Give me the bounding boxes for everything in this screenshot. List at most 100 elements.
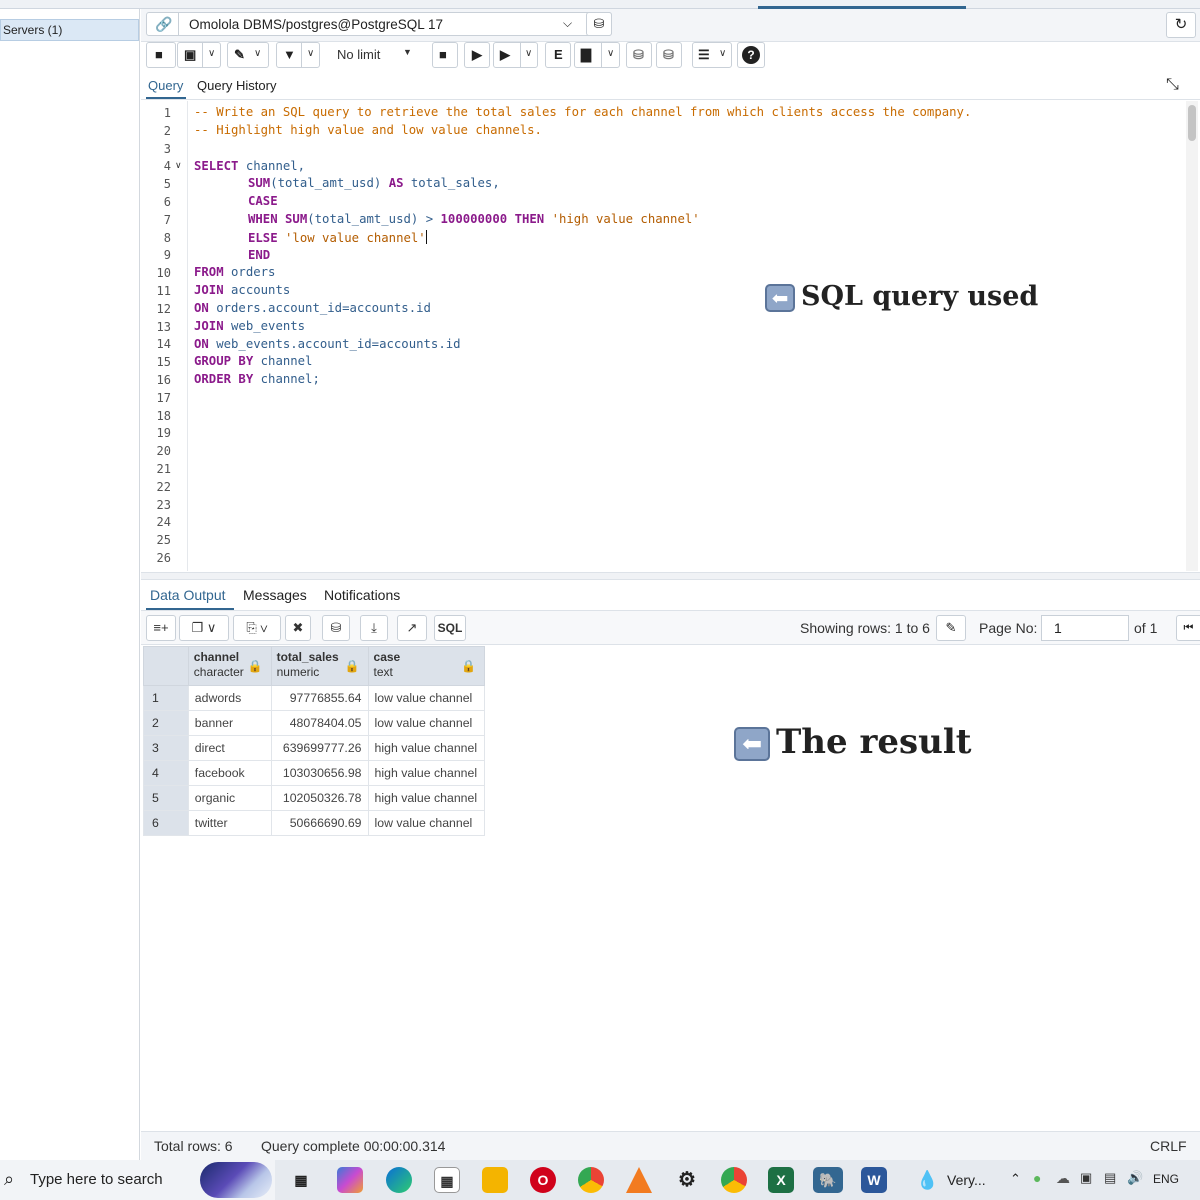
device-icon[interactable]: ▣ xyxy=(1080,1170,1092,1186)
database-icon[interactable]: ⛁ xyxy=(586,12,612,36)
network-icon[interactable]: ▤ xyxy=(1104,1170,1116,1186)
taskbar-search[interactable]: ⌕ Type here to search xyxy=(0,1160,275,1200)
table-row[interactable]: 3 direct 639699777.26 high value channel xyxy=(143,735,486,761)
table-row[interactable]: 4 facebook 103030656.98 high value channel xyxy=(143,760,486,786)
macros-button[interactable]: ☰ ∨ xyxy=(692,42,732,68)
excel-icon[interactable]: X xyxy=(768,1167,794,1193)
tab-query[interactable]: Query xyxy=(148,78,183,93)
cell-case[interactable]: high value channel xyxy=(367,760,486,786)
cell-case[interactable]: high value channel xyxy=(367,785,486,811)
table-row[interactable]: 2 banner 48078404.05 low value channel xyxy=(143,710,486,736)
store-icon[interactable]: ▦ xyxy=(434,1167,460,1193)
save-button[interactable]: ▣ ∨ xyxy=(177,42,221,68)
tray-app-icon[interactable]: ● xyxy=(1033,1170,1041,1186)
connection-select[interactable]: 🔗 Omolola DBMS/postgres@PostgreSQL 17 ⌵ xyxy=(146,12,612,36)
explain-button[interactable]: E xyxy=(545,42,571,68)
table-row[interactable]: 5 organic 102050326.78 high value channel xyxy=(143,785,486,811)
row-number[interactable]: 3 xyxy=(143,735,189,761)
opera-icon[interactable]: O xyxy=(530,1167,556,1193)
row-number[interactable]: 5 xyxy=(143,785,189,811)
sql-button[interactable]: SQL xyxy=(434,615,466,641)
vlc-icon[interactable] xyxy=(626,1167,652,1193)
filter-button[interactable]: ▼ ∨ xyxy=(276,42,320,68)
cloud-icon[interactable]: ☁ xyxy=(1056,1170,1070,1187)
panel-splitter[interactable] xyxy=(141,572,1200,580)
graph-button[interactable]: ↗ xyxy=(397,615,427,641)
cell-channel[interactable]: banner xyxy=(187,710,272,736)
cell-case[interactable]: low value channel xyxy=(367,710,486,736)
cell-total-sales[interactable]: 102050326.78 xyxy=(270,785,369,811)
cell-channel[interactable]: twitter xyxy=(187,810,272,836)
explain-analyze-button[interactable]: ▇ ∨ xyxy=(574,42,620,68)
execute-options-button[interactable]: ▶ ∨ xyxy=(493,42,538,68)
tab-notifications[interactable]: Notifications xyxy=(324,587,400,603)
chrome-profile-icon[interactable] xyxy=(721,1167,747,1193)
row-number[interactable]: 4 xyxy=(143,760,189,786)
word-icon[interactable]: W xyxy=(861,1167,887,1193)
volume-icon[interactable]: 🔊 xyxy=(1127,1170,1143,1186)
add-row-button[interactable]: ≡+ xyxy=(146,615,176,641)
task-view-icon[interactable]: ▦ xyxy=(288,1167,314,1193)
tab-query-history[interactable]: Query History xyxy=(197,78,276,93)
page-number-input[interactable]: 1 xyxy=(1041,615,1129,641)
stop-button[interactable]: ■ xyxy=(432,42,458,68)
row-number-header[interactable] xyxy=(143,646,189,686)
copilot-icon[interactable] xyxy=(337,1167,363,1193)
cell-total-sales[interactable]: 50666690.69 xyxy=(270,810,369,836)
cell-case[interactable]: high value channel xyxy=(367,735,486,761)
settings-icon[interactable]: ⚙ xyxy=(674,1167,700,1193)
chevron-up-icon[interactable]: ⌃ xyxy=(1010,1171,1021,1187)
cell-case[interactable]: low value channel xyxy=(367,810,486,836)
cell-total-sales[interactable]: 97776855.64 xyxy=(270,685,369,711)
cell-total-sales[interactable]: 103030656.98 xyxy=(270,760,369,786)
pgadmin-icon[interactable]: 🐘 xyxy=(813,1167,843,1193)
edit-rows-button[interactable]: ✎ xyxy=(936,615,966,641)
collapse-icon[interactable]: ⤡ xyxy=(1166,76,1179,94)
code-area[interactable]: -- Write an SQL query to retrieve the to… xyxy=(194,101,1184,571)
sql-editor[interactable]: 1 2 3 4 5 6 7 8 9 10 11 12 13 14 15 16 17 18 19 20 21 22 23 24 2… xyxy=(141,101,1200,571)
tab-data-output[interactable]: Data Output xyxy=(150,587,226,603)
cell-channel[interactable]: adwords xyxy=(187,685,272,711)
output-toolbar: ≡+ ❐ ∨ ⎘ ∨ ✖ ⛁ ⤓ ↗ SQL Showing rows: 1 t… xyxy=(141,611,1200,645)
refresh-icon[interactable]: ↻ xyxy=(1166,12,1196,38)
servers-node[interactable]: Servers (1) xyxy=(0,19,139,41)
tab-messages[interactable]: Messages xyxy=(243,587,307,603)
copy-button[interactable]: ❐ ∨ xyxy=(179,615,229,641)
commit-button[interactable]: ⛁ xyxy=(626,42,652,68)
execute-button[interactable]: ▶ xyxy=(464,42,490,68)
row-number[interactable]: 1 xyxy=(143,685,189,711)
column-header-total-sales[interactable]: total_sales numeric 🔒 xyxy=(270,646,369,686)
paste-button[interactable]: ⎘ ∨ xyxy=(233,615,281,641)
row-number[interactable]: 6 xyxy=(143,810,189,836)
cell-case[interactable]: low value channel xyxy=(367,685,486,711)
editor-scrollbar[interactable] xyxy=(1186,101,1198,571)
save-data-button[interactable]: ⛁ xyxy=(322,615,350,641)
column-header-case[interactable]: case text 🔒 xyxy=(367,646,486,686)
edit-menu-button[interactable]: ✎ ∨ xyxy=(227,42,269,68)
row-number[interactable]: 2 xyxy=(143,710,189,736)
cell-channel[interactable]: direct xyxy=(187,735,272,761)
download-button[interactable]: ⤓ xyxy=(360,615,388,641)
edge-icon[interactable] xyxy=(386,1167,412,1193)
rollback-button[interactable]: ⛁ xyxy=(656,42,682,68)
weather-text[interactable]: Very... xyxy=(947,1172,986,1188)
delete-button[interactable]: ✖ xyxy=(285,615,311,641)
column-header-channel[interactable]: channel character 🔒 xyxy=(187,646,272,686)
file-explorer-icon[interactable] xyxy=(482,1167,508,1193)
table-row[interactable]: 6 twitter 50666690.69 low value channel xyxy=(143,810,486,836)
results-grid[interactable]: channel character 🔒 total_sales numeric 🔒 ca… xyxy=(143,646,486,836)
open-file-button[interactable]: ■ xyxy=(146,42,176,68)
cell-channel[interactable]: organic xyxy=(187,785,272,811)
cell-total-sales[interactable]: 48078404.05 xyxy=(270,710,369,736)
language-indicator[interactable]: ENG xyxy=(1153,1172,1179,1186)
fold-chevron-icon[interactable]: ∨ xyxy=(175,160,182,171)
help-button[interactable]: ? xyxy=(737,42,765,68)
first-page-button[interactable]: ⏮ xyxy=(1176,615,1200,641)
table-row[interactable]: 1 adwords 97776855.64 low value channel xyxy=(143,685,486,711)
weather-icon[interactable]: 💧 xyxy=(916,1167,938,1193)
chrome-icon[interactable] xyxy=(578,1167,604,1193)
cell-total-sales[interactable]: 639699777.26 xyxy=(270,735,369,761)
cell-channel[interactable]: facebook xyxy=(187,760,272,786)
limit-select[interactable]: No limit ▼ xyxy=(327,42,424,68)
scrollbar-thumb[interactable] xyxy=(1188,105,1196,141)
